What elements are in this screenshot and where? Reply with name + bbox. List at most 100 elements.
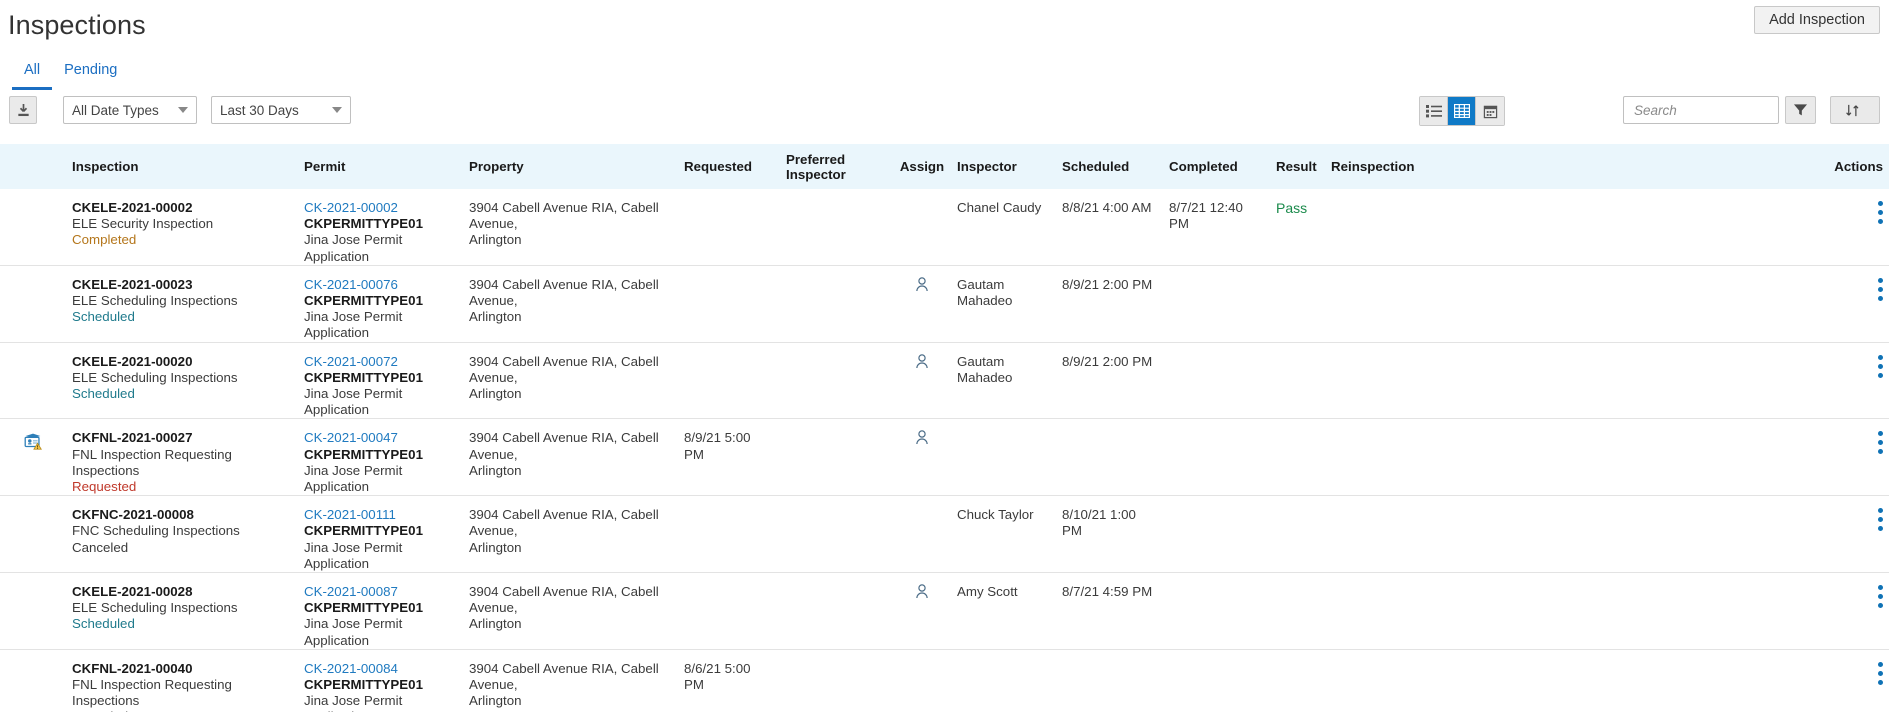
- table-row[interactable]: CKELE-2021-00020 ELE Scheduling Inspectio…: [0, 343, 1889, 420]
- property-line1: 3904 Cabell Avenue RIA, Cabell: [469, 353, 659, 369]
- inspection-cell: CKFNL-2021-00040 FNL Inspection Requestin…: [66, 661, 298, 712]
- inspector-cell: Chuck Taylor: [957, 507, 1034, 523]
- permit-link[interactable]: CK-2021-00076: [304, 277, 457, 293]
- scheduled-cell: 8/9/21 2:00 PM: [1062, 353, 1153, 369]
- permit-link[interactable]: CK-2021-00084: [304, 661, 457, 677]
- assign-cell[interactable]: [893, 584, 951, 599]
- col-result: Result: [1276, 159, 1317, 174]
- date-range-value: Last 30 Days: [220, 102, 299, 118]
- search-box[interactable]: [1623, 96, 1815, 124]
- assign-person-icon[interactable]: [915, 430, 929, 445]
- add-inspection-button[interactable]: Add Inspection: [1754, 6, 1880, 34]
- date-range-select[interactable]: Last 30 Days: [211, 96, 351, 124]
- row-actions-menu-icon[interactable]: [1878, 200, 1883, 224]
- sort-icon: [1846, 104, 1859, 116]
- completed-cell: 8/7/21 12:40 PM: [1169, 200, 1243, 232]
- inspector-cell: Amy Scott: [957, 584, 1018, 600]
- col-completed: Completed: [1169, 159, 1238, 174]
- inspection-id: CKFNL-2021-00040: [72, 660, 193, 676]
- inspection-cell: CKFNL-2021-00027 FNL Inspection Requestin…: [66, 430, 298, 495]
- permit-application: Jina Jose Permit Application: [304, 693, 403, 712]
- inspection-type: FNL Inspection Requesting Inspections: [72, 677, 232, 709]
- calendar-view-button[interactable]: [1476, 97, 1504, 125]
- table-row[interactable]: CKELE-2021-00028 ELE Scheduling Inspectio…: [0, 573, 1889, 650]
- assign-cell[interactable]: [893, 353, 951, 369]
- table-row[interactable]: CKFNL-2021-00027 FNL Inspection Requestin…: [0, 419, 1889, 497]
- row-actions-menu-icon[interactable]: [1878, 354, 1883, 378]
- view-toggle-group: [1419, 96, 1505, 126]
- actions-cell: [1495, 584, 1889, 609]
- table-row[interactable]: CKELE-2021-00023 ELE Scheduling Inspectio…: [0, 266, 1889, 343]
- date-type-select[interactable]: All Date Types: [63, 96, 197, 124]
- property-line1: 3904 Cabell Avenue RIA, Cabell: [469, 430, 659, 446]
- inspection-cell: CKELE-2021-00020 ELE Scheduling Inspectio…: [66, 354, 298, 403]
- assign-person-icon[interactable]: [915, 277, 929, 292]
- row-flag-cell: [0, 430, 66, 452]
- grid-view-button[interactable]: [1448, 97, 1476, 125]
- inspector-cell: Gautam Mahadeo: [957, 276, 1013, 309]
- col-inspector: Inspector: [957, 159, 1017, 174]
- permit-cell: CK-2021-00111 CKPERMITTYPE01 Jina Jose Per…: [298, 507, 463, 572]
- inspection-alert-icon: [24, 434, 42, 451]
- actions-cell: [1495, 507, 1889, 532]
- permit-link[interactable]: CK-2021-00072: [304, 354, 457, 370]
- property-line1: 3904 Cabell Avenue RIA, Cabell: [469, 584, 659, 600]
- table-row[interactable]: CKELE-2021-00002 ELE Security Inspection C…: [0, 189, 1889, 266]
- inspection-status: Scheduled: [72, 309, 135, 325]
- permit-link[interactable]: CK-2021-00111: [304, 507, 457, 523]
- requested-cell: 8/6/21 5:00 PM: [684, 660, 751, 693]
- permit-type: CKPERMITTYPE01: [304, 523, 423, 539]
- permit-link[interactable]: CK-2021-00087: [304, 584, 457, 600]
- sort-button[interactable]: [1830, 96, 1880, 124]
- inspections-page: Inspections Add Inspection All Pending A…: [0, 0, 1889, 712]
- inspection-id: CKELE-2021-00002: [72, 200, 193, 215]
- property-cell: 3904 Cabell Avenue RIA, Cabell Avenue, Arl…: [463, 661, 678, 710]
- row-actions-menu-icon[interactable]: [1878, 584, 1883, 609]
- list-view-button[interactable]: [1420, 97, 1448, 125]
- inspection-cell: CKELE-2021-00028 ELE Scheduling Inspectio…: [66, 584, 298, 633]
- actions-cell: [1495, 430, 1889, 455]
- assign-person-icon[interactable]: [915, 353, 929, 369]
- permit-cell: CK-2021-00084 CKPERMITTYPE01 Jina Jose Per…: [298, 661, 463, 712]
- assign-cell[interactable]: [893, 277, 951, 292]
- col-preferred-line2: Inspector: [786, 166, 846, 182]
- assign-person-icon[interactable]: [915, 584, 929, 599]
- table-row[interactable]: CKFNL-2021-00040 FNL Inspection Requestin…: [0, 650, 1889, 712]
- tab-pending[interactable]: Pending: [52, 62, 129, 90]
- actions-cell: [1495, 354, 1889, 378]
- property-line3: Arlington: [469, 309, 522, 325]
- filter-button[interactable]: [1785, 96, 1816, 124]
- property-cell: 3904 Cabell Avenue RIA, Cabell Avenue, Arl…: [463, 507, 678, 556]
- permit-link[interactable]: CK-2021-00002: [304, 200, 457, 216]
- page-title: Inspections: [8, 10, 146, 40]
- property-line2: Avenue,: [469, 293, 518, 309]
- property-line3: Arlington: [469, 693, 522, 709]
- actions-cell: [1495, 277, 1889, 301]
- permit-application: Jina Jose Permit Application: [304, 539, 403, 571]
- property-line3: Arlington: [469, 462, 522, 478]
- row-actions-menu-icon[interactable]: [1878, 277, 1883, 301]
- table-row[interactable]: CKFNC-2021-00008 FNC Scheduling Inspectio…: [0, 496, 1889, 574]
- permit-type: CKPERMITTYPE01: [304, 293, 423, 309]
- requested-cell: 8/9/21 5:00 PM: [684, 430, 751, 462]
- permit-cell: CK-2021-00087 CKPERMITTYPE01 Jina Jose Per…: [298, 584, 463, 649]
- row-actions-menu-icon[interactable]: [1878, 430, 1883, 455]
- download-button[interactable]: [9, 96, 37, 124]
- permit-application: Jina Jose Permit Application: [304, 616, 403, 648]
- inspection-cell: CKFNC-2021-00008 FNC Scheduling Inspectio…: [66, 507, 298, 556]
- tab-all[interactable]: All: [12, 62, 53, 90]
- assign-cell[interactable]: [893, 430, 951, 445]
- property-line2: Avenue,: [469, 369, 518, 385]
- grid-icon: [1453, 104, 1470, 118]
- chevron-down-icon: [178, 107, 188, 113]
- scheduled-cell: 8/10/21 1:00 PM: [1062, 507, 1136, 539]
- property-line1: 3904 Cabell Avenue RIA, Cabell: [469, 200, 659, 215]
- inspection-type: ELE Scheduling Inspections: [72, 369, 238, 385]
- permit-link[interactable]: CK-2021-00047: [304, 430, 457, 446]
- row-actions-menu-icon[interactable]: [1878, 507, 1883, 532]
- funnel-icon: [1793, 104, 1808, 116]
- date-type-value: All Date Types: [72, 102, 159, 118]
- col-inspection: Inspection: [72, 159, 139, 174]
- col-actions: Actions: [1834, 159, 1883, 174]
- row-actions-menu-icon[interactable]: [1878, 661, 1883, 685]
